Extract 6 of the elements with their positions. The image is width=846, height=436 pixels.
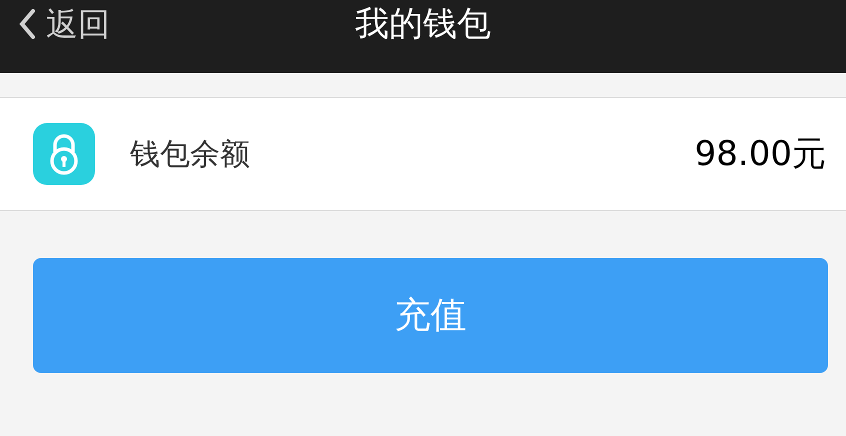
back-button[interactable]: 返回 — [18, 0, 110, 48]
chevron-left-icon — [18, 8, 36, 40]
balance-amount: 98.00元 — [694, 132, 826, 176]
lock-icon — [33, 123, 95, 185]
balance-label: 钱包余额 — [130, 136, 250, 174]
page-title: 我的钱包 — [355, 6, 491, 40]
